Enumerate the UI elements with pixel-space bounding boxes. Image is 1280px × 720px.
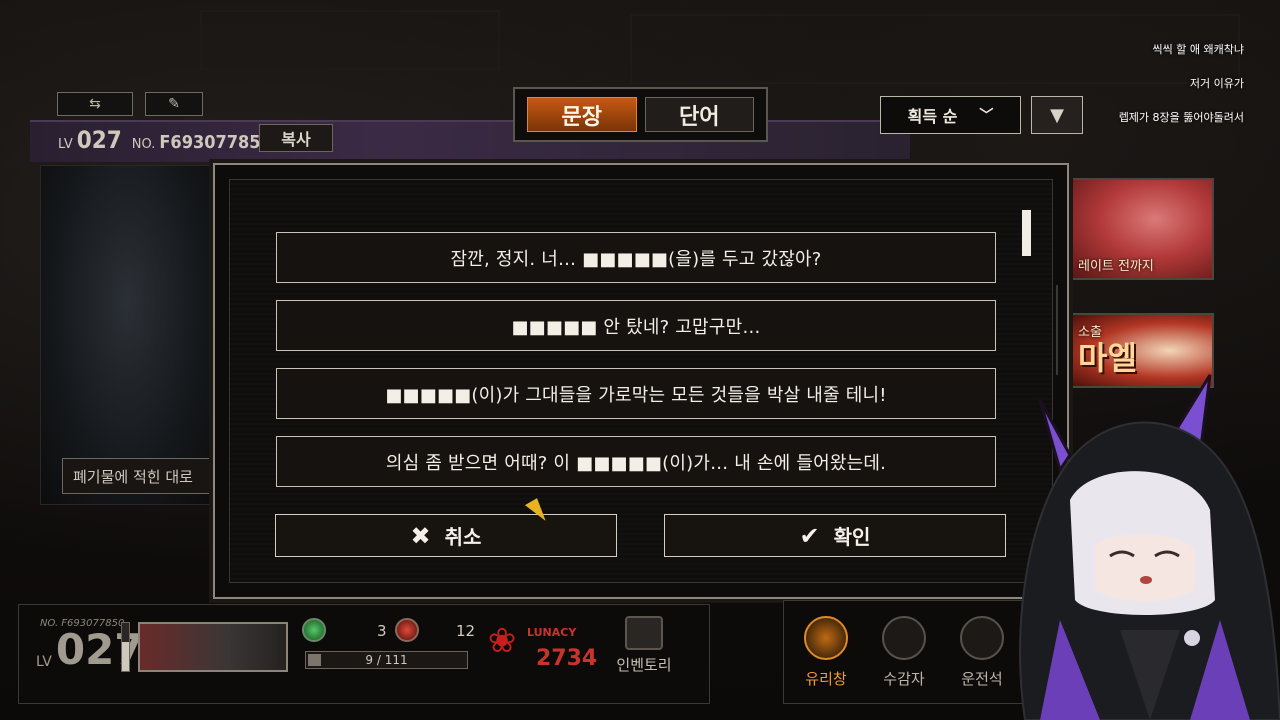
resource-count-1: 3 — [377, 622, 387, 640]
nav-prisoners[interactable]: 수감자 — [865, 604, 943, 700]
level-value: 027 — [55, 625, 144, 674]
lv-prefix: LV — [58, 137, 73, 152]
level-value: 027 — [76, 126, 122, 154]
nav-label: 유리창 — [805, 670, 847, 688]
chest-icon — [625, 616, 663, 650]
resource-count-2: 12 — [456, 622, 476, 640]
mode-tabs: 문장 단어 — [513, 87, 768, 142]
scrollbar-thumb[interactable] — [1022, 210, 1031, 256]
tab-sentence[interactable]: 문장 — [527, 97, 637, 132]
lantern-icon — [804, 616, 848, 660]
sentence-option[interactable]: 의심 좀 받으면 어때? 이 ■■■■■(이)가… 내 손에 들어왔는데. — [276, 436, 996, 487]
chat-line: 렙제가 8장을 뚫어야돌려서 — [1118, 111, 1244, 124]
close-icon: ✖ — [410, 521, 431, 550]
green-gem-icon — [302, 618, 326, 642]
inventory-label: 인벤토리 — [616, 656, 672, 674]
confirm-label: 확인 — [833, 525, 871, 549]
card-image — [40, 165, 215, 505]
copy-button[interactable]: 복사 — [259, 124, 333, 152]
lunacy-label: LUNACY — [527, 626, 577, 639]
lv-prefix: LV — [36, 654, 52, 670]
steering-wheel-icon — [960, 616, 1004, 660]
chat-line-faded — [1004, 0, 1244, 9]
sentence-option[interactable]: ■■■■■ 안 탔네? 고맙구만… — [276, 300, 996, 351]
character-portrait[interactable] — [138, 622, 288, 672]
check-icon: ✔ — [799, 521, 820, 550]
scrollbar-track[interactable] — [1056, 285, 1058, 375]
confirm-button[interactable]: ✔ 확인 — [664, 514, 1006, 557]
sentence-option[interactable]: ■■■■■(이)가 그대들을 가로막는 모든 것들을 박살 내줄 테니! — [276, 368, 996, 419]
chevron-down-icon: ﹀ — [979, 108, 994, 124]
progress-bar: 9 / 111 — [305, 651, 468, 669]
card-caption: 폐기물에 적힌 대로 — [62, 458, 222, 494]
bg-frame — [200, 10, 500, 70]
card-level: LV 027 NO. F693077850 — [58, 126, 272, 154]
card-number: F693077850 — [159, 132, 272, 153]
chat-line: 씩씩 할 애 왜캐착냐 — [1152, 43, 1244, 56]
tab-word[interactable]: 단어 — [644, 97, 754, 132]
nav-label: 수감자 — [883, 670, 925, 688]
red-gem-icon — [395, 618, 419, 642]
inventory-button[interactable]: 인벤토리 — [612, 616, 676, 675]
stream-chat: 씩씩 할 애 왜캐착냐 저거 이유가 렙제가 8장을 뚫어야돌려서 — [1004, 0, 1244, 145]
edit-button[interactable]: ✎ — [145, 92, 203, 116]
chat-line: 저거 이유가 — [1189, 77, 1244, 90]
handcuffs-icon — [882, 616, 926, 660]
cancel-button[interactable]: ✖ 취소 — [275, 514, 617, 557]
thumbnail-1[interactable]: 레이트 전까지 — [1068, 178, 1214, 280]
sort-label: 획득 순 — [907, 107, 958, 126]
progress-fill — [308, 654, 321, 666]
cancel-label: 취소 — [444, 525, 482, 549]
vtuber-avatar — [1019, 374, 1280, 720]
sentence-option[interactable]: 잠깐, 정지. 너… ■■■■■(을)를 두고 갔잖아? — [276, 232, 996, 283]
swap-icon: ⇆ — [89, 96, 101, 112]
no-prefix: NO. — [131, 137, 156, 152]
brush-icon: ✎ — [168, 96, 180, 112]
level-gauge — [121, 622, 130, 672]
lunacy-value: 2734 — [536, 646, 598, 671]
thumbnail-label: 레이트 전까지 — [1078, 259, 1154, 274]
rose-icon: ❀ — [487, 621, 517, 661]
sort-dropdown[interactable]: 획득 순 ﹀ — [880, 96, 1021, 134]
nav-window[interactable]: 유리창 — [787, 604, 865, 700]
progress-text: 9 / 111 — [365, 653, 408, 667]
swap-button[interactable]: ⇆ — [57, 92, 133, 116]
